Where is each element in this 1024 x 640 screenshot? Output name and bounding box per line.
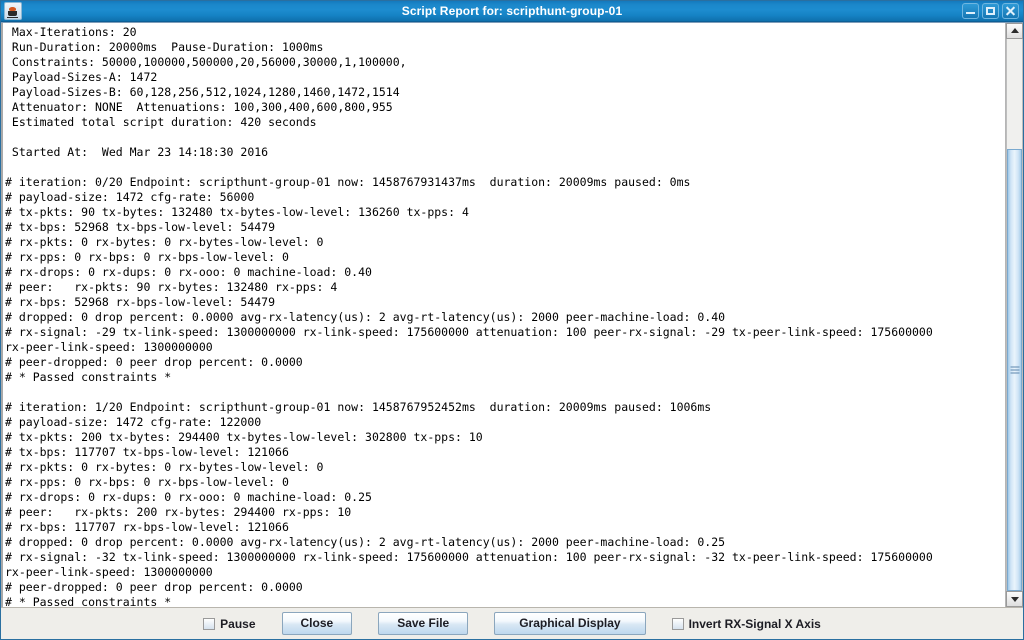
close-button-bottom[interactable]: Close [281, 612, 353, 635]
pause-checkbox-box[interactable] [203, 617, 216, 630]
scrollbar-grip-icon [1010, 366, 1019, 374]
invert-rx-signal-x-axis-checkbox[interactable]: Invert RX-Signal X Axis [671, 616, 821, 631]
close-button[interactable] [1002, 3, 1019, 19]
graphical-display-button[interactable]: Graphical Display [494, 612, 646, 635]
pause-checkbox[interactable]: Pause [203, 616, 256, 631]
java-coffee-cup-icon [4, 2, 22, 20]
save-file-button[interactable]: Save File [378, 612, 469, 635]
scrollbar-track[interactable] [1006, 39, 1023, 591]
report-text-area[interactable]: Max-Iterations: 20 Run-Duration: 20000ms… [3, 23, 1005, 607]
report-text-area-wrapper: Max-Iterations: 20 Run-Duration: 20000ms… [1, 23, 1005, 607]
window-controls [962, 3, 1019, 19]
minimize-button[interactable] [962, 3, 979, 19]
bottom-toolbar: Pause Close Save File Graphical Display … [1, 607, 1023, 639]
maximize-button[interactable] [982, 3, 999, 19]
scroll-up-icon [1010, 28, 1019, 33]
scroll-down-button[interactable] [1006, 591, 1023, 607]
script-report-window: Script Report for: scripthunt-group-01 M… [0, 0, 1024, 640]
invert-axis-checkbox-box[interactable] [671, 617, 684, 630]
scrollbar-thumb[interactable] [1007, 149, 1022, 591]
scroll-up-button[interactable] [1006, 23, 1023, 39]
scroll-down-icon [1010, 597, 1019, 602]
window-title: Script Report for: scripthunt-group-01 [401, 4, 623, 18]
window-title-bar[interactable]: Script Report for: scripthunt-group-01 [1, 1, 1023, 22]
vertical-scrollbar[interactable] [1005, 23, 1023, 607]
window-body: Max-Iterations: 20 Run-Duration: 20000ms… [1, 22, 1023, 607]
pause-checkbox-label: Pause [220, 616, 256, 631]
invert-axis-checkbox-label: Invert RX-Signal X Axis [688, 616, 821, 631]
